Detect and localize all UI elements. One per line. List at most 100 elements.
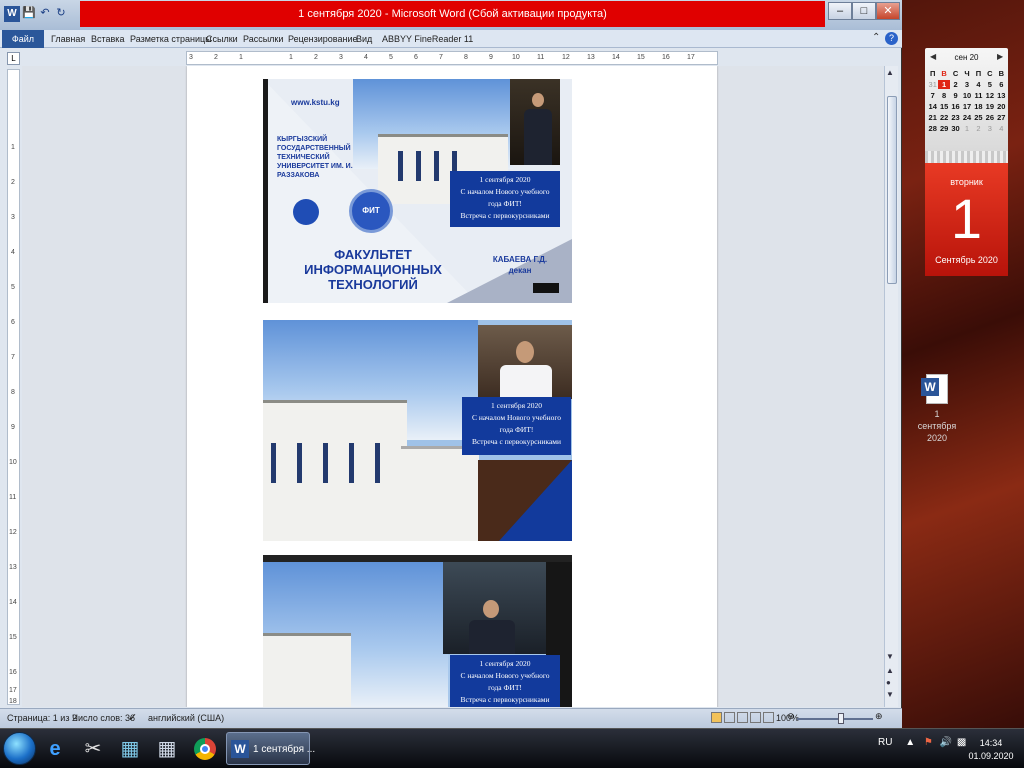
scroll-up-icon[interactable]: ▲ xyxy=(886,68,894,77)
calendar-day-cell[interactable]: 30 xyxy=(950,124,961,133)
calendar-day-cell[interactable]: 26 xyxy=(984,113,995,122)
undo-icon[interactable]: ↶ xyxy=(38,6,52,22)
close-button[interactable]: ✕ xyxy=(876,2,900,20)
tab-file[interactable]: Файл xyxy=(2,30,44,48)
zoom-out-icon[interactable]: ⊖ xyxy=(787,711,795,722)
scroll-down-icon[interactable]: ▼ xyxy=(886,652,894,661)
slide-image-1[interactable]: 1 сентября 2020 С началом Нового учебног… xyxy=(263,79,572,303)
calendar-day-cell[interactable]: 4 xyxy=(973,80,984,89)
slide-image-2[interactable]: 1 сентября 2020 С началом Нового учебног… xyxy=(263,320,572,541)
calendar-day-cell[interactable]: 13 xyxy=(996,91,1007,100)
internet-explorer-icon[interactable]: e xyxy=(40,734,70,764)
document-area[interactable]: 1 сентября 2020 С началом Нового учебног… xyxy=(22,66,884,707)
tab-selector[interactable]: L xyxy=(7,52,20,65)
calendar-day-cell[interactable]: 4 xyxy=(996,124,1007,133)
minimize-button[interactable]: – xyxy=(828,2,852,20)
calendar-day-cell[interactable]: 31 xyxy=(927,80,938,89)
calendar-day-cell[interactable]: 14 xyxy=(927,102,938,111)
calendar-day-cell[interactable]: 23 xyxy=(950,113,961,122)
calendar-day-cell[interactable]: 2 xyxy=(950,80,961,89)
tab-view[interactable]: Вид xyxy=(356,30,372,48)
calendar-day-cell[interactable]: 12 xyxy=(984,91,995,100)
tab-references[interactable]: Ссылки xyxy=(206,30,238,48)
language-indicator[interactable]: RU xyxy=(878,737,892,748)
calendar-day-cell[interactable]: 8 xyxy=(938,91,949,100)
tab-review[interactable]: Рецензирование xyxy=(288,30,358,48)
tab-page-layout[interactable]: Разметка страницы xyxy=(130,30,212,48)
calendar-day-cell[interactable]: 7 xyxy=(927,91,938,100)
chrome-icon[interactable] xyxy=(190,734,220,764)
calendar-day-cell[interactable]: 16 xyxy=(950,102,961,111)
print-layout-icon[interactable] xyxy=(711,712,722,723)
calendar-day-cell[interactable]: 15 xyxy=(938,102,949,111)
slide-image-3[interactable]: 1 сентября 2020 С началом Нового учебног… xyxy=(263,555,572,707)
proofing-icon[interactable]: ✓ xyxy=(128,711,137,724)
app-icon[interactable]: ▦ xyxy=(115,734,145,764)
page-counter[interactable]: Страница: 1 из 2 xyxy=(7,713,77,723)
calendar-day-cell[interactable]: 20 xyxy=(996,102,1007,111)
snipping-tool-icon[interactable]: ✂ xyxy=(78,734,108,764)
calendar-day-cell[interactable]: 24 xyxy=(961,113,972,122)
outline-icon[interactable] xyxy=(750,712,761,723)
vertical-scrollbar[interactable]: ▲ ▼ ▲ ● ▼ xyxy=(884,66,898,707)
full-screen-reading-icon[interactable] xyxy=(724,712,735,723)
tab-insert[interactable]: Вставка xyxy=(91,30,124,48)
calendar-day-cell[interactable]: 1 xyxy=(961,124,972,133)
maximize-button[interactable]: □ xyxy=(852,2,876,20)
scroll-thumb[interactable] xyxy=(887,96,897,284)
zoom-slider[interactable] xyxy=(797,718,873,720)
volume-icon[interactable]: 🔊 xyxy=(940,737,952,748)
calendar-day-cell[interactable]: 17 xyxy=(961,102,972,111)
clock[interactable]: 14:34 01.09.2020 xyxy=(967,737,1015,763)
show-hidden-icons[interactable]: ▲ xyxy=(905,737,915,748)
next-page-icon[interactable]: ▼ xyxy=(886,690,894,699)
calendar-day-cell[interactable]: 22 xyxy=(938,113,949,122)
browse-object-icon[interactable]: ● xyxy=(886,678,891,687)
next-month-icon[interactable]: ▶ xyxy=(997,52,1003,61)
save-icon[interactable]: 💾 xyxy=(22,6,36,22)
horizontal-ruler[interactable]: 3 2 1 1 2 3 4 5 6 7 8 9 10 11 12 13 14 1… xyxy=(186,51,718,65)
tab-home[interactable]: Главная xyxy=(51,30,85,48)
calendar-day-cell[interactable]: 25 xyxy=(973,113,984,122)
document-page[interactable]: 1 сентября 2020 С началом Нового учебног… xyxy=(187,66,717,707)
calendar-day-cell[interactable]: 9 xyxy=(950,91,961,100)
calendar-day-cell[interactable]: 18 xyxy=(973,102,984,111)
start-button[interactable] xyxy=(3,732,36,765)
calendar-day-cell[interactable]: 21 xyxy=(927,113,938,122)
calculator-icon[interactable]: ▦ xyxy=(152,734,182,764)
calendar-day-cell[interactable]: 19 xyxy=(984,102,995,111)
calendar-day-cell[interactable]: 6 xyxy=(996,80,1007,89)
ruler-number: 5 xyxy=(11,284,15,291)
zoom-in-icon[interactable]: ⊕ xyxy=(875,711,883,722)
calendar-day-cell[interactable]: 10 xyxy=(961,91,972,100)
calendar-day-cell[interactable]: 2 xyxy=(973,124,984,133)
zoom-slider-thumb[interactable] xyxy=(838,713,844,724)
title-bar[interactable]: W 💾 ↶ ↻ 1 сентября 2020 - Microsoft Word… xyxy=(0,0,902,30)
prev-page-icon[interactable]: ▲ xyxy=(886,666,894,675)
tab-mailings[interactable]: Рассылки xyxy=(243,30,283,48)
redo-icon[interactable]: ↻ xyxy=(54,6,68,22)
taskbar-word-button[interactable]: W 1 сентября ... xyxy=(226,732,315,765)
help-icon[interactable]: ? xyxy=(885,32,898,45)
desktop-icon-document[interactable]: W 1 сентября 2020 xyxy=(915,374,959,444)
calendar-day-cell[interactable]: 1 xyxy=(938,80,950,89)
word-app-icon[interactable]: W xyxy=(4,6,20,22)
calendar-day-cell[interactable]: 29 xyxy=(938,124,949,133)
ruler-number: 1 xyxy=(239,54,243,61)
ribbon-collapse-icon[interactable]: ⌃ xyxy=(872,32,880,43)
calendar-day-cell[interactable]: 28 xyxy=(927,124,938,133)
language-indicator[interactable]: английский (США) xyxy=(148,713,224,723)
calendar-day-cell[interactable]: 27 xyxy=(996,113,1007,122)
calendar-gadget[interactable]: ◀ сен 20 ▶ П В С Ч П С В 31 1 2 3 4 5 6 7 8 9 10 11 12 13 14 1… xyxy=(925,48,1008,276)
calendar-day-cell[interactable]: 3 xyxy=(984,124,995,133)
network-icon[interactable]: ▩ xyxy=(957,737,966,748)
vertical-ruler[interactable]: 1 2 3 4 5 6 7 8 9 10 11 12 13 14 15 16 1… xyxy=(7,69,20,705)
calendar-day-cell[interactable]: 11 xyxy=(973,91,984,100)
calendar-day-cell[interactable]: 5 xyxy=(984,80,995,89)
calendar-day-cell[interactable]: 3 xyxy=(961,80,972,89)
web-layout-icon[interactable] xyxy=(737,712,748,723)
tab-abbyy[interactable]: ABBYY FineReader 11 xyxy=(382,30,473,48)
draft-icon[interactable] xyxy=(763,712,774,723)
action-center-icon[interactable]: ⚑ xyxy=(924,737,933,748)
word-count[interactable]: Число слов: 36 xyxy=(72,713,135,723)
